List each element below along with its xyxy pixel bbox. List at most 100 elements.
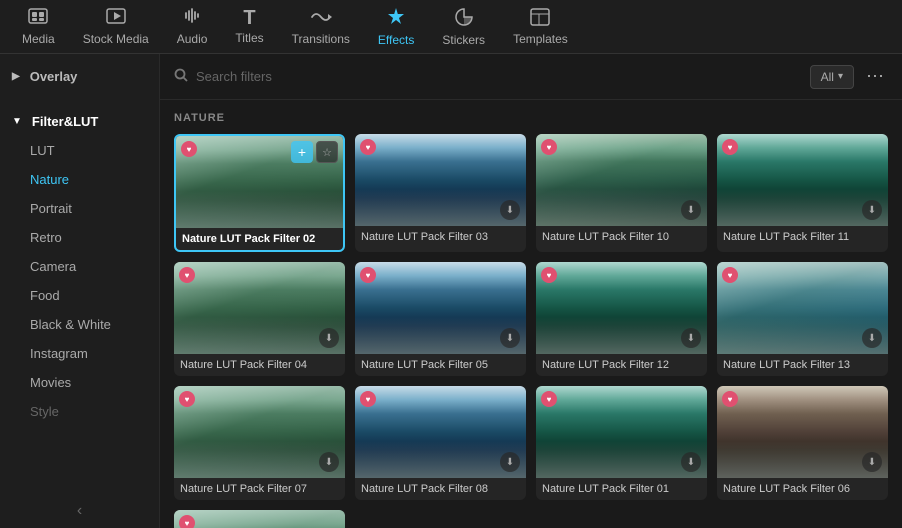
nav-stock-media[interactable]: Stock Media: [69, 2, 163, 52]
forest-img-13: [174, 510, 345, 528]
card-img-01: ♥ ⬇: [536, 386, 707, 478]
card-img-08: ♥ ⬇: [355, 386, 526, 478]
filter-card-partial[interactable]: ♥: [174, 510, 345, 528]
favorite-badge-2: ♥: [360, 139, 376, 155]
download-button-7[interactable]: ⬇: [681, 328, 701, 348]
filter-card-03[interactable]: ♥ ⬇ Nature LUT Pack Filter 03: [355, 134, 526, 252]
favorite-badge-5: ♥: [179, 267, 195, 283]
favorite-badge-11: ♥: [541, 391, 557, 407]
portrait-label: Portrait: [30, 201, 72, 216]
sidebar-item-food[interactable]: Food: [0, 281, 159, 310]
sidebar-item-filter-lut[interactable]: ▼ Filter&LUT: [0, 107, 159, 136]
favorite-badge-8: ♥: [722, 267, 738, 283]
effects-icon: [386, 7, 406, 30]
nav-transitions-label: Transitions: [292, 32, 350, 46]
favorite-badge-9: ♥: [179, 391, 195, 407]
filter-card-10[interactable]: ♥ ⬇ Nature LUT Pack Filter 10: [536, 134, 707, 252]
transitions-icon: [310, 8, 332, 29]
favorite-badge-13: ♥: [179, 515, 195, 528]
sidebar-item-overlay[interactable]: ▶ Overlay: [0, 62, 159, 91]
sidebar-section-overlay: ▶ Overlay: [0, 54, 159, 99]
nature-label: Nature: [30, 172, 69, 187]
card-label-11: Nature LUT Pack Filter 11: [717, 226, 888, 248]
card-label-08: Nature LUT Pack Filter 08: [355, 478, 526, 500]
sidebar-item-black-white[interactable]: Black & White: [0, 310, 159, 339]
titles-icon: T: [243, 8, 255, 28]
star-button[interactable]: ☆: [316, 141, 338, 163]
filter-card-02[interactable]: ♥ ☆ + Nature LUT Pack Filter 02: [174, 134, 345, 252]
nav-effects[interactable]: Effects: [364, 1, 428, 53]
filter-card-12[interactable]: ♥ ⬇ Nature LUT Pack Filter 12: [536, 262, 707, 376]
card-label-07: Nature LUT Pack Filter 07: [174, 478, 345, 500]
card-img-partial: ♥: [174, 510, 345, 528]
media-icon: [28, 8, 48, 29]
card-img-06: ♥ ⬇: [717, 386, 888, 478]
sidebar-item-portrait[interactable]: Portrait: [0, 194, 159, 223]
stickers-icon: [454, 7, 474, 30]
filter-card-11[interactable]: ♥ ⬇ Nature LUT Pack Filter 11: [717, 134, 888, 252]
overlay-label: Overlay: [30, 69, 78, 84]
download-button-2[interactable]: ⬇: [500, 200, 520, 220]
filter-card-07[interactable]: ♥ ⬇ Nature LUT Pack Filter 07: [174, 386, 345, 500]
sidebar-item-lut[interactable]: LUT: [0, 136, 159, 165]
movies-label: Movies: [30, 375, 71, 390]
nav-media[interactable]: Media: [8, 2, 69, 52]
nav-titles[interactable]: T Titles: [221, 2, 277, 51]
card-label-13: Nature LUT Pack Filter 13: [717, 354, 888, 376]
more-options-button[interactable]: ⋯: [862, 64, 888, 89]
grid-area: NATURE ♥ ☆ + Nature LUT Pack Filter 02: [160, 100, 902, 528]
sidebar-item-retro[interactable]: Retro: [0, 223, 159, 252]
favorite-badge-4: ♥: [722, 139, 738, 155]
download-button-10[interactable]: ⬇: [500, 452, 520, 472]
section-label: NATURE: [174, 112, 888, 124]
filter-card-13[interactable]: ♥ ⬇ Nature LUT Pack Filter 13: [717, 262, 888, 376]
download-button-9[interactable]: ⬇: [319, 452, 339, 472]
download-button-11[interactable]: ⬇: [681, 452, 701, 472]
favorite-badge-3: ♥: [541, 139, 557, 155]
card-label-02: Nature LUT Pack Filter 02: [176, 228, 343, 250]
filter-card-04[interactable]: ♥ ⬇ Nature LUT Pack Filter 04: [174, 262, 345, 376]
download-button-5[interactable]: ⬇: [319, 328, 339, 348]
card-img-10: ♥ ⬇: [536, 134, 707, 226]
sidebar-item-camera[interactable]: Camera: [0, 252, 159, 281]
filter-card-06[interactable]: ♥ ⬇ Nature LUT Pack Filter 06: [717, 386, 888, 500]
all-filter-button[interactable]: All ▾: [810, 65, 854, 89]
filter-card-05[interactable]: ♥ ⬇ Nature LUT Pack Filter 05: [355, 262, 526, 376]
nav-stickers[interactable]: Stickers: [428, 1, 499, 53]
card-img-04: ♥ ⬇: [174, 262, 345, 354]
sidebar-item-movies[interactable]: Movies: [0, 368, 159, 397]
download-button-6[interactable]: ⬇: [500, 328, 520, 348]
nav-transitions[interactable]: Transitions: [278, 2, 364, 52]
nav-templates[interactable]: Templates: [499, 2, 582, 52]
sidebar-item-style[interactable]: Style: [0, 397, 159, 426]
sidebar: ▶ Overlay ▼ Filter&LUT LUT Nature Portra…: [0, 54, 160, 528]
add-button[interactable]: +: [291, 141, 313, 163]
filter-lut-label: Filter&LUT: [32, 114, 98, 129]
camera-label: Camera: [30, 259, 76, 274]
download-button-8[interactable]: ⬇: [862, 328, 882, 348]
filter-card-08[interactable]: ♥ ⬇ Nature LUT Pack Filter 08: [355, 386, 526, 500]
sidebar-item-instagram[interactable]: Instagram: [0, 339, 159, 368]
card-img-12: ♥ ⬇: [536, 262, 707, 354]
search-icon: [174, 68, 188, 85]
card-img-02: ♥ ☆ +: [176, 136, 343, 228]
card-img-03: ♥ ⬇: [355, 134, 526, 226]
filter-card-01[interactable]: ♥ ⬇ Nature LUT Pack Filter 01: [536, 386, 707, 500]
arrow-down-icon: ▼: [12, 116, 22, 127]
sidebar-item-nature[interactable]: Nature: [0, 165, 159, 194]
sidebar-collapse-button[interactable]: ‹: [0, 494, 159, 528]
search-input[interactable]: [196, 69, 802, 84]
black-white-label: Black & White: [30, 317, 111, 332]
favorite-badge-7: ♥: [541, 267, 557, 283]
download-button-4[interactable]: ⬇: [862, 200, 882, 220]
search-bar: All ▾ ⋯: [160, 54, 902, 100]
download-button-12[interactable]: ⬇: [862, 452, 882, 472]
audio-icon: [183, 8, 201, 29]
download-button-3[interactable]: ⬇: [681, 200, 701, 220]
card-label-01: Nature LUT Pack Filter 01: [536, 478, 707, 500]
stock-media-icon: [106, 8, 126, 29]
content-area: All ▾ ⋯ NATURE ♥ ☆ + N: [160, 54, 902, 528]
nav-stock-label: Stock Media: [83, 32, 149, 46]
nav-templates-label: Templates: [513, 32, 568, 46]
nav-audio[interactable]: Audio: [163, 2, 222, 52]
